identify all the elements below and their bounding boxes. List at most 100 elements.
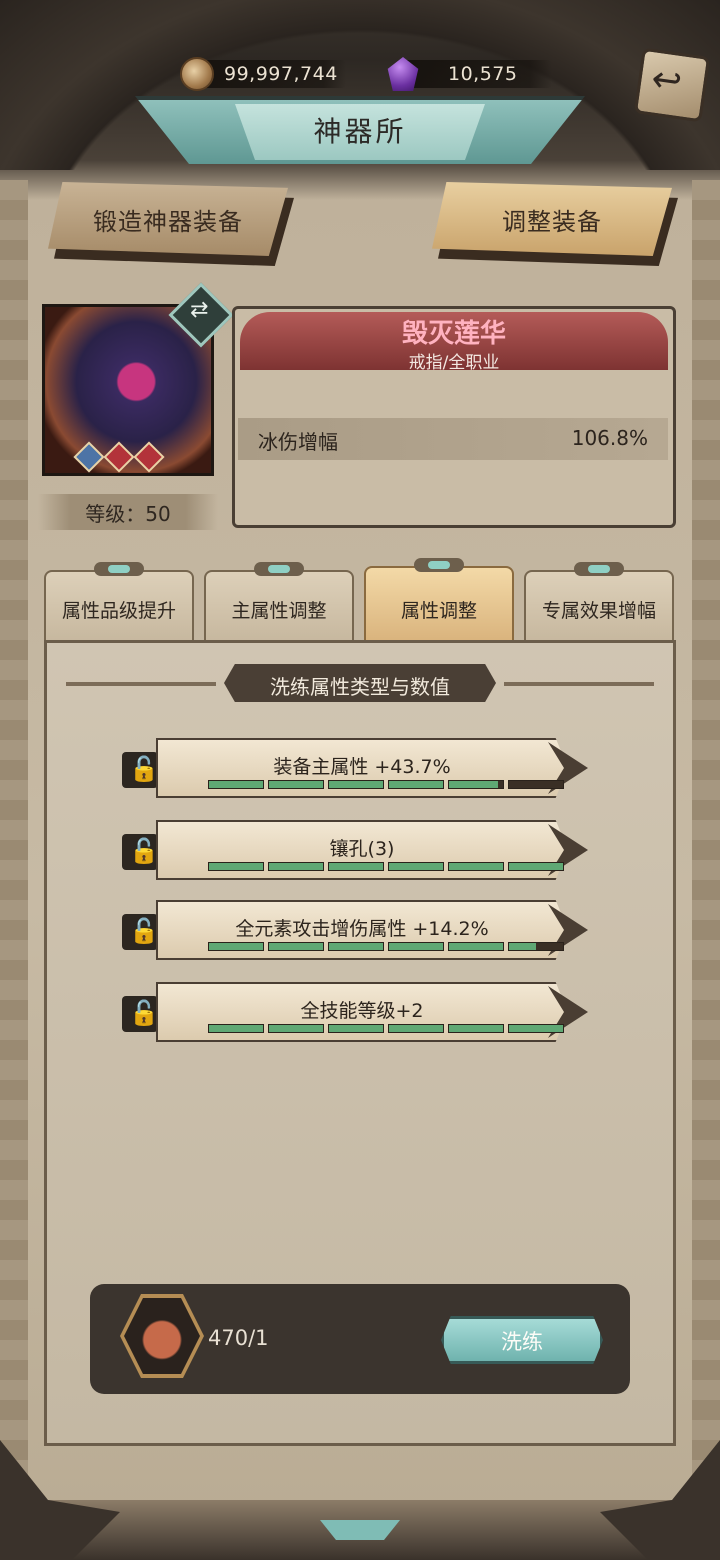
tab-quality-upgrade[interactable]: 属性品级提升: [44, 562, 194, 640]
coin-counter: 99,997,744: [180, 56, 346, 92]
progress-segment: [268, 1024, 324, 1033]
progress-fill: [389, 943, 443, 950]
progress-fill: [509, 1025, 563, 1032]
progress-fill: [269, 863, 323, 870]
progress-fill: [329, 863, 383, 870]
attribute-text: 镶孔(3): [329, 838, 395, 860]
progress-segment: [388, 780, 444, 789]
attribute-text: 装备主属性 +43.7%: [273, 756, 451, 778]
divider-left: [66, 682, 216, 686]
progress-segment: [508, 942, 564, 951]
progress-segment: [268, 942, 324, 951]
attribute-row[interactable]: 🔓 装备主属性 +43.7%: [122, 738, 590, 800]
attribute-row[interactable]: 🔓 全元素攻击增伤属性 +14.2%: [122, 900, 590, 962]
cost-count: 470/1: [208, 1326, 269, 1350]
stat-name: 冰伤增幅: [258, 430, 338, 454]
stat-value: 106.8%: [571, 426, 648, 450]
progress-segment: [328, 942, 384, 951]
lock-button[interactable]: 🔓: [122, 752, 159, 788]
progress-segment: [328, 862, 384, 871]
progress-fill: [329, 1025, 383, 1032]
tab-cap: [574, 562, 624, 576]
attribute-text: 全技能等级+2: [300, 1000, 424, 1022]
progress-segment: [508, 1024, 564, 1033]
page-title: 神器所: [313, 115, 407, 148]
swap-icon: ⇄: [190, 297, 209, 323]
tab-cap: [254, 562, 304, 576]
back-arrow-icon: ↩: [648, 58, 685, 104]
progress-fill: [389, 863, 443, 870]
tab-cap: [414, 558, 464, 572]
lock-button[interactable]: 🔓: [122, 996, 159, 1032]
section-title: 洗练属性类型与数值: [270, 675, 450, 699]
progress-segment: [388, 942, 444, 951]
progress-segment: [208, 862, 264, 871]
progress-fill: [389, 781, 443, 788]
progress-segment: [268, 862, 324, 871]
gem-amount: 10,575: [448, 63, 518, 85]
back-button[interactable]: ↩: [633, 47, 711, 123]
attribute-row[interactable]: 🔓 全技能等级+2: [122, 982, 590, 1044]
attribute-text: 全元素攻击增伤属性 +14.2%: [235, 918, 489, 940]
tab-attribute-adjust[interactable]: 属性调整: [364, 558, 514, 648]
equipment-level: 等级：50: [85, 502, 171, 526]
progress-fill: [209, 863, 263, 870]
right-frame-rail: [692, 180, 720, 1510]
progress-fill: [269, 943, 323, 950]
refine-button-label[interactable]: 洗练: [441, 1326, 603, 1356]
progress-segment: [448, 780, 504, 789]
lock-icon: 🔓: [129, 837, 159, 865]
lock-icon: 🔓: [129, 999, 159, 1027]
lock-icon: 🔓: [129, 755, 159, 783]
progress-fill: [329, 781, 383, 788]
red-gem-icon: [103, 441, 135, 473]
lock-button[interactable]: 🔓: [122, 914, 159, 950]
progress-fill: [209, 781, 263, 788]
progress-fill: [269, 781, 323, 788]
adjust-equipment-label: 调整装备: [502, 208, 602, 236]
progress-fill: [209, 943, 263, 950]
tab-cap: [94, 562, 144, 576]
equipment-type: 戒指/全职业: [408, 353, 500, 373]
progress-segment: [328, 780, 384, 789]
attribute-row[interactable]: 🔓 镶孔(3): [122, 820, 590, 882]
progress-segment: [208, 780, 264, 789]
progress-fill: [209, 1025, 263, 1032]
progress-segment: [508, 780, 564, 789]
progress-fill: [269, 1025, 323, 1032]
equipment-name: 毁灭莲华: [401, 319, 506, 349]
gem-counter: 10,575: [386, 56, 552, 92]
progress-fill: [509, 943, 536, 950]
progress-segment: [328, 1024, 384, 1033]
progress-segment: [268, 780, 324, 789]
progress-fill: [329, 943, 383, 950]
attribute-progress: [208, 780, 564, 789]
red-gem-icon: [133, 441, 165, 473]
forge-artifact-button[interactable]: 锻造神器装备: [48, 182, 294, 266]
progress-segment: [508, 862, 564, 871]
progress-segment: [388, 1024, 444, 1033]
tab-label: 属性品级提升: [61, 600, 176, 622]
attribute-progress: [208, 942, 564, 951]
lock-icon: 🔓: [129, 917, 159, 945]
portrait-gems: [73, 441, 165, 473]
tab-label: 主属性调整: [231, 600, 327, 622]
adjust-equipment-button[interactable]: 调整装备: [432, 182, 678, 266]
progress-segment: [448, 1024, 504, 1033]
progress-fill: [449, 781, 498, 788]
progress-fill: [449, 943, 503, 950]
lock-button[interactable]: 🔓: [122, 834, 159, 870]
attribute-progress: [208, 862, 564, 871]
tab-exclusive-effect[interactable]: 专属效果增幅: [524, 562, 674, 640]
forge-artifact-label: 锻造神器装备: [93, 208, 243, 236]
progress-fill: [449, 1025, 503, 1032]
tab-main-attribute[interactable]: 主属性调整: [204, 562, 354, 640]
progress-fill: [389, 1025, 443, 1032]
progress-segment: [448, 862, 504, 871]
progress-segment: [388, 862, 444, 871]
divider-right: [504, 682, 654, 686]
progress-fill: [509, 863, 563, 870]
progress-segment: [448, 942, 504, 951]
left-frame-rail: [0, 180, 28, 1510]
coin-amount: 99,997,744: [224, 63, 338, 85]
